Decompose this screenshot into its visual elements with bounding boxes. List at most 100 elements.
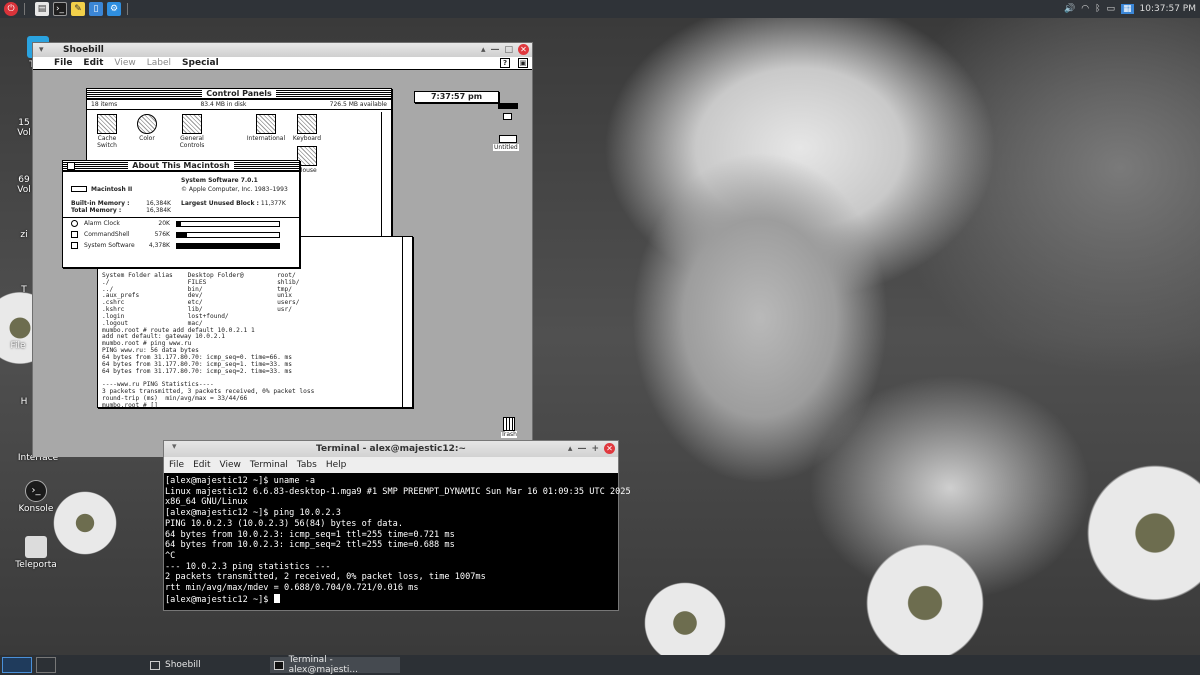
window-title: Shoebill	[63, 45, 104, 55]
wallpaper-flower	[860, 538, 990, 655]
minimize-icon[interactable]: —	[490, 45, 499, 55]
cache-switch-icon[interactable]: Cache Switch	[87, 114, 127, 149]
memory-row: Alarm Clock 20K	[63, 218, 299, 229]
mac-disk-icon[interactable]	[498, 103, 518, 109]
settings-launcher-icon[interactable]: ⚙	[107, 2, 121, 16]
top-panel: ⏻ ▤ ›_ ✎ ▯ ⚙ 🔊 ◠ ᛒ ▭ ▦ 10:37:57 PM	[0, 0, 1200, 18]
items-count: 18 items	[91, 101, 118, 108]
terminal-line: Linux majestic12 6.6.83-desktop-1.mga9 #…	[165, 486, 631, 497]
panel-clock[interactable]: 10:37:57 PM	[1140, 4, 1196, 14]
editor-launcher-icon[interactable]: ✎	[71, 2, 85, 16]
mac-menu-view[interactable]: View	[114, 58, 135, 68]
menu-help[interactable]: Help	[326, 460, 347, 470]
battery-icon[interactable]: ▭	[1106, 4, 1115, 14]
taskbar: Shoebill Terminal - alex@majesti...	[0, 655, 1200, 675]
maximize-icon[interactable]: □	[504, 45, 513, 55]
power-icon[interactable]: ⏻	[4, 2, 18, 16]
desktop-icon-teleporta[interactable]: Teleporta	[6, 536, 66, 570]
task-terminal[interactable]: Terminal - alex@majesti...	[270, 655, 400, 675]
wallpaper-flower	[1080, 458, 1200, 608]
icon-label: General Controls	[179, 135, 205, 149]
teleporta-icon	[25, 536, 47, 558]
about-header: Macintosh II System Software 7.0.1 © App…	[63, 172, 299, 194]
menu-tabs[interactable]: Tabs	[297, 460, 317, 470]
control-panels-info: 18 items 83.4 MB in disk 726.5 MB availa…	[87, 100, 391, 110]
total-memory-value: 16,384K	[146, 207, 171, 214]
terminal-line: x86_64 GNU/Linux	[165, 497, 248, 508]
wifi-icon[interactable]: ◠	[1081, 4, 1089, 14]
menu-terminal[interactable]: Terminal	[250, 460, 288, 470]
maximize-icon[interactable]: +	[591, 444, 599, 454]
memory-bar-fill	[177, 232, 188, 237]
menu-file[interactable]: File	[169, 460, 184, 470]
konsole-icon: ›_	[25, 480, 47, 502]
workspace-1-icon[interactable]	[2, 657, 32, 673]
terminal-line: ^C	[165, 550, 176, 561]
menu-view[interactable]: View	[220, 460, 241, 470]
shade-icon[interactable]: ▴	[568, 444, 573, 454]
workspace-2-icon[interactable]	[36, 657, 56, 673]
mac-menu-edit[interactable]: Edit	[83, 58, 103, 68]
terminal-line: rtt min/avg/max/mdev = 0.688/0.704/0.721…	[165, 583, 419, 594]
network-icon[interactable]: ▦	[1121, 4, 1134, 14]
close-icon[interactable]: ✕	[518, 44, 529, 55]
help-icon[interactable]: ?	[500, 58, 510, 68]
mac-menu-label[interactable]: Label	[147, 58, 171, 68]
about-titlebar[interactable]: About This Macintosh	[63, 161, 299, 172]
shoebill-titlebar[interactable]: ▾ Shoebill ▴ — □ ✕	[33, 43, 532, 57]
terminal-line: 64 bytes from 10.0.2.3: icmp_seq=2 ttl=2…	[165, 540, 455, 551]
control-panels-titlebar[interactable]: Control Panels	[87, 89, 391, 100]
untitled-disk-icon[interactable]	[499, 135, 517, 143]
system-tray: 🔊 ◠ ᛒ ▭ ▦ 10:37:57 PM	[1064, 0, 1200, 18]
close-box[interactable]	[67, 162, 75, 170]
mac-menu-file[interactable]: File	[54, 58, 72, 68]
text-cursor	[273, 593, 280, 603]
files-launcher-icon[interactable]: ▤	[35, 2, 49, 16]
menu-edit[interactable]: Edit	[193, 460, 210, 470]
task-shoebill[interactable]: Shoebill	[150, 657, 201, 673]
terminal-prompt: [alex@majestic12 ~]$	[165, 594, 274, 605]
control-panels-scrollbar[interactable]	[381, 112, 391, 237]
builtin-memory-label: Built-in Memory :	[71, 200, 130, 207]
terminal-output[interactable]: [alex@majestic12 ~]$ uname -a Linux maje…	[164, 473, 631, 605]
terminal-launcher-icon[interactable]: ›_	[53, 2, 67, 16]
system-version: System Software 7.0.1	[181, 177, 258, 184]
copyright: © Apple Computer, Inc. 1983–1993	[181, 186, 288, 193]
alarm-clock-icon	[71, 220, 78, 227]
minimize-icon[interactable]: —	[577, 444, 586, 454]
keyboard-icon[interactable]: Keyboard	[287, 114, 327, 142]
memory-bar-fill	[177, 221, 182, 226]
international-icon[interactable]: International	[243, 114, 289, 142]
general-controls-icon[interactable]: General Controls	[167, 114, 217, 149]
icon-label: International	[246, 135, 286, 142]
disk-available: 726.5 MB available	[329, 101, 387, 108]
app-menu-icon[interactable]: ▣	[518, 58, 528, 68]
bluetooth-icon[interactable]: ᛒ	[1095, 4, 1100, 14]
window-menu-icon[interactable]: ▾	[39, 45, 44, 55]
terminal-titlebar[interactable]: ▾ Terminal - alex@majestic12:~ ▴ — + ✕	[164, 441, 618, 457]
commandshell-icon	[71, 231, 78, 238]
mac-alarm-clock[interactable]: 7:37:57 pm	[414, 91, 499, 103]
desktop-icon-label: Teleporta	[15, 560, 57, 570]
terminal-line: 64 bytes from 10.0.2.3: icmp_seq=1 ttl=2…	[165, 529, 455, 540]
document-launcher-icon[interactable]: ▯	[89, 2, 103, 16]
mac-menu-special[interactable]: Special	[182, 58, 219, 68]
memory-row: CommandShell 576K	[63, 229, 299, 240]
trash-icon[interactable]: Trash	[501, 417, 517, 438]
volume-icon[interactable]: 🔊	[1064, 4, 1075, 14]
mac-small-icon[interactable]	[503, 113, 512, 120]
builtin-memory-value: 16,384K	[146, 200, 171, 207]
shade-icon[interactable]: ▴	[481, 45, 486, 55]
app-size: 576K	[154, 231, 170, 238]
app-size: 4,378K	[148, 242, 170, 249]
memory-bar	[176, 220, 280, 227]
largest-block-value: 11,377K	[260, 200, 286, 207]
desktop-icon-konsole[interactable]: ›_ Konsole	[6, 480, 66, 514]
color-icon[interactable]: Color	[127, 114, 167, 142]
commandshell-scrollbar[interactable]	[402, 237, 412, 407]
terminal-line: PING 10.0.2.3 (10.0.2.3) 56(84) bytes of…	[165, 518, 403, 529]
close-icon[interactable]: ✕	[604, 443, 615, 454]
terminal-task-icon	[274, 660, 284, 670]
window-menu-icon[interactable]: ▾	[172, 442, 177, 452]
wallpaper-flower	[640, 578, 730, 655]
